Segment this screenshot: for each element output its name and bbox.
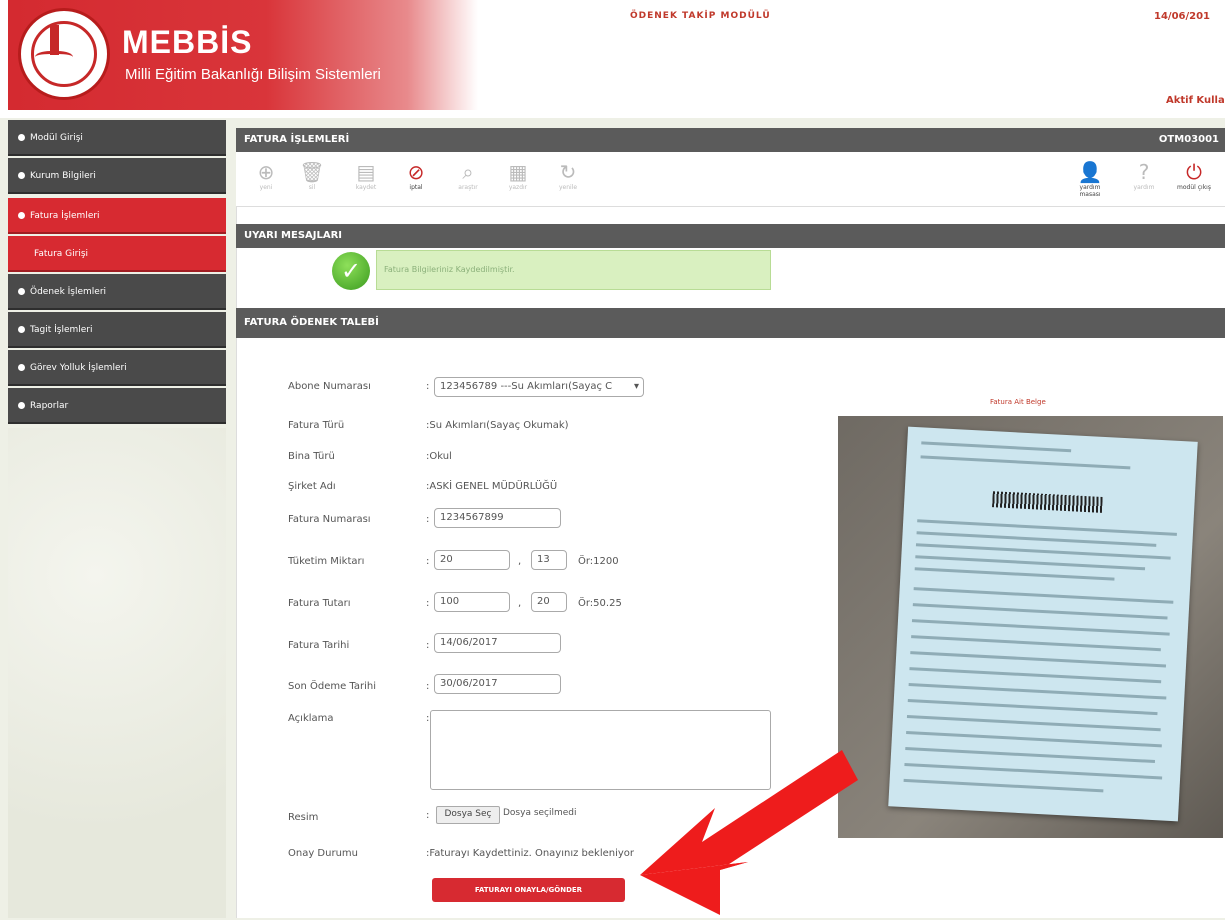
sidebar-background — [8, 428, 226, 918]
bina-turu-label: Bina Türü — [288, 451, 335, 462]
chevron-down-icon: ▾ — [633, 381, 639, 392]
module-title: ÖDENEK TAKİP MODÜLÜ — [630, 11, 771, 21]
bullet-icon — [18, 134, 25, 141]
onay-value: :Faturayı Kaydettiniz. Onayınız bekleniy… — [426, 848, 635, 859]
brand-title: MEBBİS — [122, 24, 253, 60]
tuketim-label: Tüketim Miktarı — [288, 556, 365, 567]
sidebar-item-odenek-islemleri[interactable]: Ödenek İşlemleri — [8, 274, 226, 310]
user-support-icon: 👤 — [1077, 160, 1103, 184]
exit-button[interactable]: ⏻ modül çıkış — [1174, 160, 1214, 191]
delete-button[interactable]: 🗑 sil — [292, 160, 332, 191]
onay-label: Onay Durumu — [288, 848, 358, 859]
success-message: Fatura Bilgileriniz Kaydedilmiştir. — [384, 265, 515, 274]
fatura-turu-value: :Su Akımları(Sayaç Okumak) — [426, 420, 569, 431]
search-icon: ⌕ — [462, 160, 474, 184]
abone-select[interactable]: 123456789 ---Su Akımları(Sayaç C ▾ — [434, 377, 644, 397]
document-icon: ▦ — [508, 160, 528, 184]
tuketim-dec-input[interactable]: 13 — [531, 550, 567, 570]
odenek-talebi-header: FATURA ÖDENEK TALEBİ — [236, 308, 1225, 338]
red-arrow-annotation — [640, 750, 858, 915]
form-code: OTM03001 — [1158, 134, 1219, 145]
bullet-icon — [18, 212, 25, 219]
sirket-value: :ASKİ GENEL MÜDÜRLÜĞÜ — [426, 481, 558, 492]
barcode-icon — [992, 491, 1103, 513]
son-odeme-label: Son Ödeme Tarihi — [288, 681, 377, 692]
sidebar-item-kurum-bilgileri[interactable]: Kurum Bilgileri — [8, 158, 226, 194]
uyari-header: UYARI MESAJLARI — [236, 224, 1225, 248]
sidebar-item-tagit-islemleri[interactable]: Tagit İşlemleri — [8, 312, 226, 348]
cancel-button[interactable]: ⊘ iptal — [396, 160, 436, 191]
fatura-tarihi-input[interactable]: 14/06/2017 — [434, 633, 561, 653]
active-user-label: Aktif Kullanıcı — [1166, 95, 1225, 106]
invoice-photo — [838, 416, 1223, 838]
aciklama-label: Açıklama — [288, 713, 334, 724]
bullet-icon — [18, 364, 25, 371]
bullet-icon — [18, 172, 25, 179]
fatura-islemleri-header: FATURA İŞLEMLERİ OTM03001 — [236, 128, 1225, 152]
fatura-no-input[interactable]: 1234567899 — [434, 508, 561, 528]
floppy-icon: ▤ — [356, 160, 376, 184]
sidebar-item-raporlar[interactable]: Raporlar — [8, 388, 226, 424]
tutar-dec-input[interactable]: 20 — [531, 592, 567, 612]
tuketim-hint: Ör:1200 — [578, 556, 619, 567]
refresh-icon: ↻ — [559, 160, 577, 184]
power-icon: ⏻ — [1186, 160, 1202, 184]
trash-icon: 🗑 — [299, 160, 325, 184]
tutar-label: Fatura Tutarı — [288, 598, 351, 609]
toolbar: ⊕ yeni 🗑 sil ▤ kaydet ⊘ iptal ⌕ araştır ▦ yazd… — [236, 152, 1225, 207]
save-button[interactable]: ▤ kaydet — [346, 160, 386, 191]
current-date: 14/06/201 — [1154, 11, 1211, 22]
print-button[interactable]: ▦ yazdır — [498, 160, 538, 191]
bullet-icon — [18, 402, 25, 409]
meb-logo-icon — [18, 8, 110, 100]
brand-subtitle: Milli Eğitim Bakanlığı Bilişim Sistemler… — [125, 66, 381, 83]
sirket-label: Şirket Adı — [288, 481, 336, 492]
help-desk-button[interactable]: 👤 yardım masası — [1070, 160, 1110, 198]
tutar-int-input[interactable]: 100 — [434, 592, 510, 612]
new-button[interactable]: ⊕ yeni — [246, 160, 286, 191]
help-button[interactable]: ? yardım — [1124, 160, 1164, 191]
tutar-hint: Ör:50.25 — [578, 598, 622, 609]
sidebar-item-gorev-yolluk[interactable]: Görev Yolluk İşlemleri — [8, 350, 226, 386]
question-icon: ? — [1138, 160, 1150, 184]
resim-label: Resim — [288, 812, 319, 823]
file-status: Dosya seçilmedi — [503, 808, 577, 818]
bina-turu-value: :Okul — [426, 451, 452, 462]
photo-caption: Fatura Ait Belge — [990, 398, 1046, 406]
invoice-paper — [888, 426, 1198, 822]
cancel-icon: ⊘ — [407, 160, 425, 184]
fatura-turu-label: Fatura Türü — [288, 420, 345, 431]
bullet-icon — [18, 288, 25, 295]
tuketim-int-input[interactable]: 20 — [434, 550, 510, 570]
son-odeme-input[interactable]: 30/06/2017 — [434, 674, 561, 694]
approve-send-button[interactable]: FATURAYI ONAYLA/GÖNDER — [432, 878, 625, 902]
abone-label: Abone Numarası — [288, 381, 371, 392]
sidebar-item-fatura-islemleri[interactable]: Fatura İşlemleri — [8, 198, 226, 234]
plus-circle-icon: ⊕ — [257, 160, 275, 184]
file-choose-button[interactable]: Dosya Seç — [436, 806, 500, 824]
sidebar-item-modul-girisi[interactable]: Modül Girişi — [8, 120, 226, 156]
bullet-icon — [18, 326, 25, 333]
search-button[interactable]: ⌕ araştır — [448, 160, 488, 191]
success-check-icon: ✓ — [332, 252, 370, 290]
refresh-button[interactable]: ↻ yenile — [548, 160, 588, 191]
fatura-no-label: Fatura Numarası — [288, 514, 371, 525]
sidebar-item-fatura-girisi[interactable]: Fatura Girişi — [8, 236, 226, 272]
fatura-tarihi-label: Fatura Tarihi — [288, 640, 350, 651]
